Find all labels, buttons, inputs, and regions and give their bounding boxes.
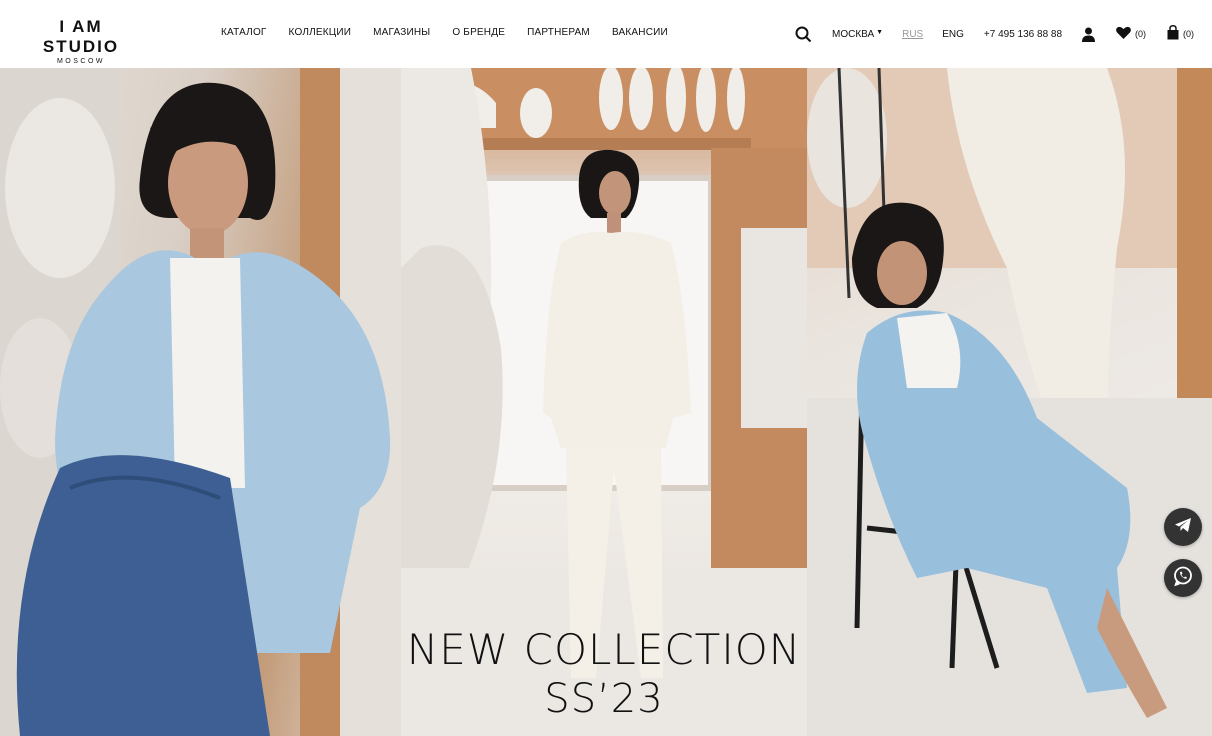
nav-collections[interactable]: КОЛЛЕКЦИИ bbox=[289, 27, 352, 38]
telegram-icon bbox=[1174, 517, 1192, 538]
logo-city: MOSCOW bbox=[56, 58, 106, 65]
lang-rus[interactable]: RUS bbox=[902, 29, 923, 40]
search-icon[interactable] bbox=[795, 26, 812, 43]
nav-stores[interactable]: МАГАЗИНЫ bbox=[373, 27, 430, 38]
logo-name: I AM STUDIO bbox=[42, 17, 120, 56]
cart-button[interactable]: (0) bbox=[1167, 25, 1194, 43]
cart-count: (0) bbox=[1183, 29, 1195, 39]
telegram-button[interactable] bbox=[1164, 508, 1202, 546]
header-actions: МОСКВА ▼ RUS ENG +7 495 136 88 88 (0) (0) bbox=[795, 24, 1194, 44]
hero-line-1: NEW COLLECTION bbox=[406, 625, 802, 674]
nav-vacancies[interactable]: ВАКАНСИИ bbox=[612, 27, 668, 38]
logo[interactable]: I AM STUDIO MOSCOW bbox=[25, 17, 137, 65]
hero-line-2: SS’23 bbox=[544, 676, 664, 722]
hero-banner[interactable]: NEW COLLECTION SS’23 bbox=[0, 68, 1212, 736]
wishlist-count: (0) bbox=[1135, 29, 1147, 39]
nav-about[interactable]: О БРЕНДЕ bbox=[452, 27, 505, 38]
wishlist-button[interactable]: (0) bbox=[1116, 26, 1146, 42]
hero-headline: NEW COLLECTION SS’23 bbox=[401, 626, 807, 724]
site-header: I AM STUDIO MOSCOW КАТАЛОГ КОЛЛЕКЦИИ МАГ… bbox=[0, 0, 1212, 68]
bag-icon bbox=[1167, 25, 1179, 43]
heart-icon bbox=[1116, 26, 1131, 42]
user-icon[interactable] bbox=[1082, 27, 1096, 42]
nav-partners[interactable]: ПАРТНЕРАМ bbox=[527, 27, 590, 38]
caret-down-icon: ▼ bbox=[876, 28, 884, 36]
whatsapp-button[interactable] bbox=[1164, 559, 1202, 597]
main-nav: КАТАЛОГ КОЛЛЕКЦИИ МАГАЗИНЫ О БРЕНДЕ ПАРТ… bbox=[221, 27, 690, 38]
phone-link[interactable]: +7 495 136 88 88 bbox=[984, 29, 1062, 40]
lang-eng[interactable]: ENG bbox=[942, 29, 964, 40]
city-selector[interactable]: МОСКВА ▼ bbox=[832, 29, 883, 40]
hero-photo-left bbox=[0, 68, 401, 736]
city-label: МОСКВА bbox=[832, 28, 875, 40]
hero-photo-right bbox=[807, 68, 1212, 736]
nav-catalog[interactable]: КАТАЛОГ bbox=[221, 27, 267, 38]
whatsapp-icon bbox=[1172, 565, 1194, 592]
